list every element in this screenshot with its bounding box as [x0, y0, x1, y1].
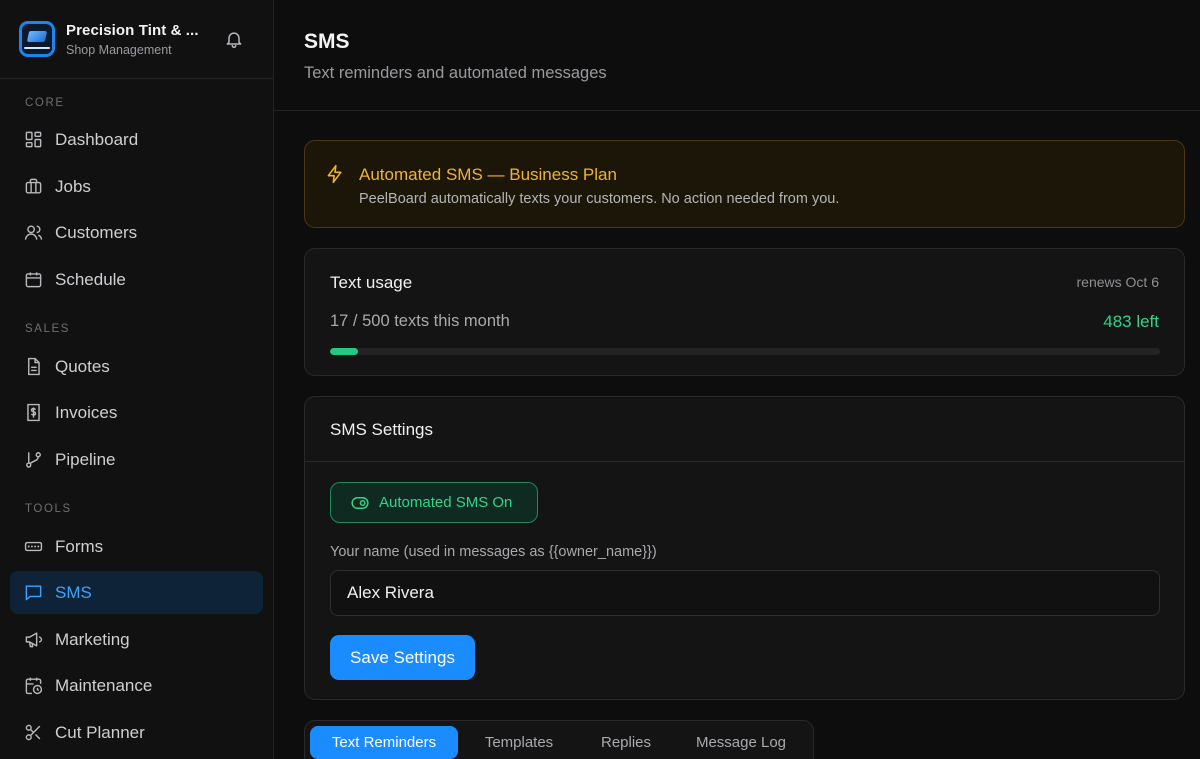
- sidebar-item-pipeline[interactable]: Pipeline: [10, 438, 263, 481]
- settings-title: SMS Settings: [330, 420, 433, 439]
- sidebar-item-label: Invoices: [55, 403, 118, 422]
- brand-logo[interactable]: [19, 21, 55, 57]
- tab-replies[interactable]: Replies: [580, 726, 672, 759]
- page-title: SMS: [304, 30, 350, 53]
- document-icon: [28, 357, 40, 376]
- sidebar-item-label: Maintenance: [55, 676, 153, 695]
- usage-progress-fill: [330, 348, 359, 355]
- automated-sms-toggle[interactable]: Automated SMS On: [330, 482, 538, 523]
- renewal-date: renews Oct 6: [1076, 274, 1159, 290]
- toggle-label: Automated SMS On: [379, 494, 513, 511]
- sidebar-item-label: Pipeline: [55, 450, 116, 469]
- bell-icon[interactable]: [224, 29, 244, 49]
- plan-banner: Automated SMS — Business Plan PeelBoard …: [304, 140, 1185, 228]
- tab-message-log[interactable]: Message Log: [677, 726, 805, 759]
- sidebar-item-label: Schedule: [55, 270, 126, 289]
- users-icon: [24, 225, 43, 240]
- sidebar: Precision Tint & ... Shop Management COR…: [0, 0, 274, 759]
- calendar-clock-icon: [25, 677, 43, 695]
- bolt-icon: [327, 164, 342, 184]
- sidebar-item-jobs[interactable]: Jobs: [10, 165, 263, 208]
- sidebar-item-maintenance[interactable]: Maintenance: [10, 664, 263, 707]
- tab-text-reminders[interactable]: Text Reminders: [310, 726, 458, 759]
- brand-header: Precision Tint & ... Shop Management: [0, 0, 273, 79]
- sidebar-item-quotes[interactable]: Quotes: [10, 345, 263, 388]
- section-label-core: CORE: [25, 97, 65, 109]
- sidebar-item-forms[interactable]: Forms: [10, 525, 263, 568]
- sidebar-item-label: Dashboard: [55, 130, 139, 149]
- section-label-sales: SALES: [25, 323, 71, 335]
- page-header: SMS Text reminders and automated message…: [274, 0, 1200, 111]
- owner-name-label: Your name (used in messages as {{owner_n…: [330, 544, 657, 560]
- sms-tabs: Text Reminders Templates Replies Message…: [304, 720, 814, 759]
- dashboard-icon: [25, 131, 42, 148]
- usage-progress-bar: [330, 348, 1160, 355]
- sms-settings-card: SMS Settings Automated SMS On Your name …: [304, 396, 1185, 700]
- sidebar-item-label: Jobs: [55, 177, 91, 196]
- tab-templates[interactable]: Templates: [463, 726, 575, 759]
- text-usage-card: Text usage renews Oct 6 17 / 500 texts t…: [304, 248, 1185, 376]
- sidebar-item-label: Quotes: [55, 357, 110, 376]
- sidebar-item-label: Forms: [55, 537, 104, 556]
- sidebar-item-dashboard[interactable]: Dashboard: [10, 118, 263, 161]
- settings-header: SMS Settings: [305, 397, 1184, 462]
- brand-subtitle: Shop Management: [66, 43, 172, 57]
- sidebar-item-invoices[interactable]: Invoices: [10, 391, 263, 434]
- usage-remaining: 483 left: [1103, 312, 1159, 331]
- scissors-icon: [25, 724, 41, 741]
- calendar-icon: [25, 272, 42, 288]
- sidebar-item-label: SMS: [55, 583, 92, 602]
- usage-count: 17 / 500 texts this month: [330, 312, 510, 330]
- message-icon: [25, 585, 42, 601]
- sidebar-item-schedule[interactable]: Schedule: [10, 258, 263, 301]
- banner-title: Automated SMS — Business Plan: [359, 165, 617, 184]
- sidebar-item-label: Customers: [55, 223, 138, 242]
- toggle-icon: [351, 497, 369, 509]
- page-subtitle: Text reminders and automated messages: [304, 64, 607, 82]
- invoice-icon: [27, 403, 40, 422]
- sidebar-item-cut-planner[interactable]: Cut Planner: [10, 711, 263, 754]
- section-label-tools: TOOLS: [25, 503, 72, 515]
- briefcase-icon: [25, 178, 42, 194]
- brand-name: Precision Tint & ...: [66, 22, 199, 39]
- save-settings-button[interactable]: Save Settings: [330, 635, 475, 680]
- usage-title: Text usage: [330, 273, 413, 292]
- sidebar-item-label: Marketing: [55, 630, 130, 649]
- banner-text: PeelBoard automatically texts your custo…: [359, 191, 840, 207]
- git-branch-icon: [26, 452, 41, 468]
- owner-name-input[interactable]: [330, 570, 1160, 616]
- sidebar-item-marketing[interactable]: Marketing: [10, 618, 263, 661]
- sidebar-item-label: Cut Planner: [55, 723, 145, 742]
- sidebar-item-sms[interactable]: SMS: [10, 571, 263, 614]
- form-icon: [24, 541, 43, 552]
- sidebar-item-customers[interactable]: Customers: [10, 211, 263, 254]
- megaphone-icon: [25, 632, 43, 648]
